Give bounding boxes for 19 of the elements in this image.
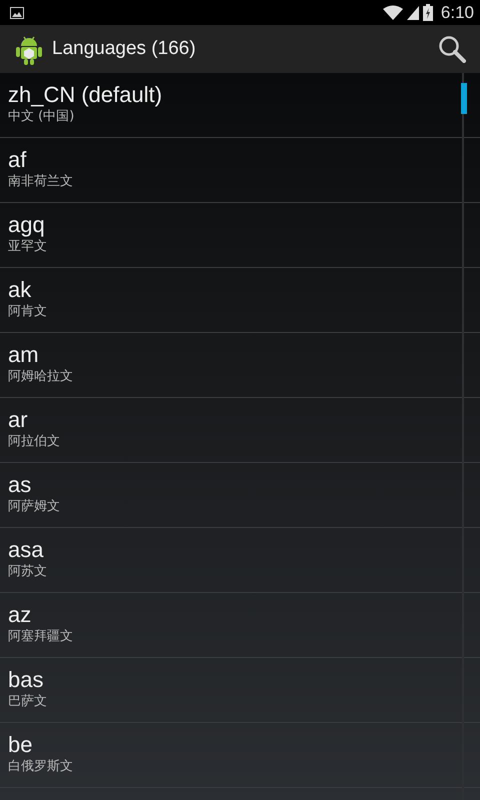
language-item[interactable]: be 白俄罗斯文 <box>0 723 480 788</box>
clock: 6:10 <box>440 2 474 24</box>
language-item[interactable]: bas 巴萨文 <box>0 658 480 723</box>
language-item[interactable]: af 南非荷兰文 <box>0 138 480 203</box>
language-item[interactable]: ak 阿肯文 <box>0 268 480 333</box>
language-item[interactable]: zh_CN (default) 中文 (中国) <box>0 73 480 138</box>
language-item[interactable]: asa 阿苏文 <box>0 528 480 593</box>
language-item[interactable]: am 阿姆哈拉文 <box>0 333 480 398</box>
language-item[interactable]: ar 阿拉伯文 <box>0 398 480 463</box>
language-item[interactable]: as 阿萨姆文 <box>0 463 480 528</box>
signal-icon <box>406 6 419 20</box>
language-item[interactable]: agq 亚罕文 <box>0 203 480 268</box>
app-title: Languages (166) <box>52 36 196 61</box>
wifi-icon <box>382 5 403 20</box>
language-item[interactable]: az 阿塞拜疆文 <box>0 593 480 658</box>
search-icon[interactable] <box>438 35 466 63</box>
battery-icon <box>422 4 433 21</box>
picture-notification-icon <box>10 6 24 18</box>
scrollbar-thumb[interactable] <box>461 83 467 114</box>
